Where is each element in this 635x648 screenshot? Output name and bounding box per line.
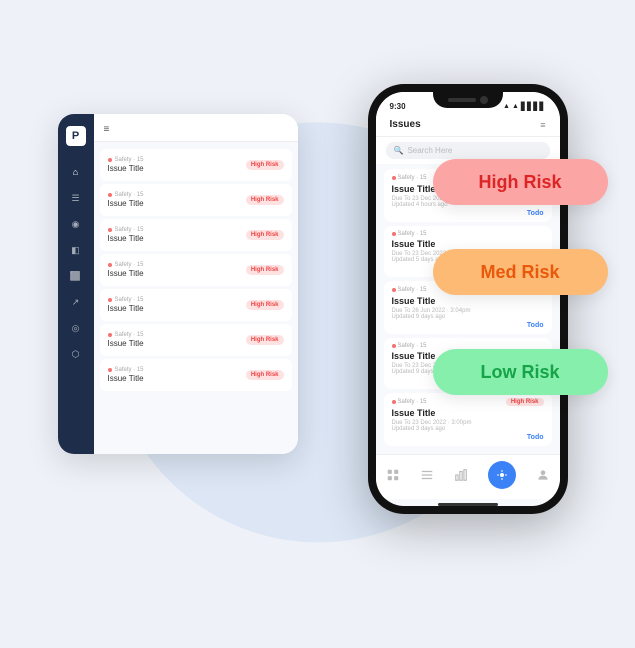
phone-nav xyxy=(376,454,560,499)
tablet-list: Safety · 15 Issue Title High Risk Safety… xyxy=(94,142,298,454)
high-risk-label: High Risk xyxy=(478,172,561,193)
nav-item-active[interactable] xyxy=(488,461,516,489)
tablet-meta-text: Safety · 15 xyxy=(115,227,144,233)
phone-issue-title: Issue Title xyxy=(392,408,544,418)
nav-item-home[interactable] xyxy=(386,468,400,482)
status-time: 9:30 xyxy=(390,102,406,111)
table-row: Safety · 15 Issue Title High Risk xyxy=(100,184,292,216)
phone-meta-text: Safety · 15 xyxy=(398,175,427,181)
tablet-issue-title: Issue Title xyxy=(108,374,144,383)
phone-search-bar[interactable]: 🔍 Search Here xyxy=(386,142,550,159)
phone-issue-title: Issue Title xyxy=(392,296,544,306)
tablet-meta-text: Safety · 15 xyxy=(115,367,144,373)
table-row: Safety · 15 Issue Title High Risk xyxy=(100,149,292,181)
phone-updated: Updated 9 days ago xyxy=(392,314,544,320)
tablet-issue-title: Issue Title xyxy=(108,234,144,243)
app-logo: P xyxy=(66,126,86,146)
tablet-meta-text: Safety · 15 xyxy=(115,192,144,198)
phone-device: 9:30 ▲▲▋▋▋▋ Issues ≡ 🔍 Search Here xyxy=(368,84,568,514)
phone-app-header: Issues ≡ xyxy=(376,115,560,137)
sidebar-icon-home[interactable]: ⌂ xyxy=(68,164,84,180)
tablet-issue-title: Issue Title xyxy=(108,199,144,208)
tablet-risk-badge: High Risk xyxy=(246,265,284,275)
tablet-risk-badge: High Risk xyxy=(246,370,284,380)
sidebar-icon-chart[interactable]: ↗ xyxy=(68,294,84,310)
phone-todo-label: Todo xyxy=(527,210,544,217)
scene: P ⌂ ☰ ◉ ◧ ⬜ ↗ ◎ ⬡ ≡ Safety · 15 Issue Ti… xyxy=(38,64,598,584)
nav-item-chart[interactable] xyxy=(454,468,468,482)
tablet-risk-badge: High Risk xyxy=(246,300,284,310)
med-risk-label: Med Risk xyxy=(480,262,559,283)
phone-todo-label: Todo xyxy=(527,434,544,441)
table-row: Safety · 15 Issue Title High Risk xyxy=(100,254,292,286)
tablet-meta-text: Safety · 15 xyxy=(115,262,144,268)
tablet-meta-text: Safety · 15 xyxy=(115,157,144,163)
tablet-issue-title: Issue Title xyxy=(108,304,144,313)
phone-updated: Updated 3 days ago xyxy=(392,426,544,432)
phone-meta-text: Safety · 15 xyxy=(398,399,427,405)
sidebar-icon-profile[interactable]: ◎ xyxy=(68,320,84,336)
tablet-meta-text: Safety · 15 xyxy=(115,332,144,338)
search-icon: 🔍 xyxy=(394,146,404,155)
sidebar-icon-docs[interactable]: ◧ xyxy=(68,242,84,258)
tablet-meta-text: Safety · 15 xyxy=(115,297,144,303)
tablet-risk-badge: High Risk xyxy=(246,195,284,205)
status-icons: ▲▲▋▋▋▋ xyxy=(503,102,545,111)
tablet-risk-badge: High Risk xyxy=(246,230,284,240)
tablet-issue-title: Issue Title xyxy=(108,339,144,348)
phone-speaker xyxy=(448,98,476,102)
high-risk-badge: High Risk xyxy=(433,159,608,205)
phone-camera xyxy=(480,96,488,104)
sidebar-icon-issues[interactable]: ☰ xyxy=(68,190,84,206)
tablet-sidebar: P ⌂ ☰ ◉ ◧ ⬜ ↗ ◎ ⬡ xyxy=(58,114,94,454)
list-item[interactable]: Safety · 15 High Risk Issue Title Due To… xyxy=(384,393,552,446)
tablet-issue-title: Issue Title xyxy=(108,164,144,173)
phone-meta-text: Safety · 15 xyxy=(398,231,427,237)
phone-todo-label: Todo xyxy=(527,322,544,329)
nav-item-list[interactable] xyxy=(420,468,434,482)
sidebar-icon-settings[interactable]: ⬡ xyxy=(68,346,84,362)
tablet-risk-badge: High Risk xyxy=(246,160,284,170)
table-row: Safety · 15 Issue Title High Risk xyxy=(100,219,292,251)
phone-meta-text: Safety · 15 xyxy=(398,287,427,293)
tablet-header: ≡ xyxy=(94,114,298,142)
phone-notch xyxy=(433,92,503,108)
low-risk-badge: Low Risk xyxy=(433,349,608,395)
table-row: Safety · 15 Issue Title High Risk xyxy=(100,289,292,321)
table-row: Safety · 15 Issue Title High Risk xyxy=(100,359,292,391)
nav-item-profile[interactable] xyxy=(536,468,550,482)
sidebar-icon-users[interactable]: ◉ xyxy=(68,216,84,232)
phone-issue-title: Issue Title xyxy=(392,239,544,249)
phone-issue-list: Safety · 15 High Risk Issue Title Due To… xyxy=(376,164,560,454)
nav-active-dot xyxy=(488,461,516,489)
hamburger-icon: ≡ xyxy=(104,124,110,135)
phone-home-bar xyxy=(438,503,498,506)
table-row: Safety · 15 Issue Title High Risk xyxy=(100,324,292,356)
phone-meta-text: Safety · 15 xyxy=(398,343,427,349)
low-risk-label: Low Risk xyxy=(480,362,559,383)
tablet-risk-badge: High Risk xyxy=(246,335,284,345)
search-placeholder: Search Here xyxy=(407,146,452,155)
sidebar-icon-reports[interactable]: ⬜ xyxy=(68,268,84,284)
phone-screen: 9:30 ▲▲▋▋▋▋ Issues ≡ 🔍 Search Here xyxy=(376,92,560,506)
tablet-content: ≡ Safety · 15 Issue Title High Risk Safe… xyxy=(94,114,298,454)
phone-risk-badge: High Risk xyxy=(506,398,544,406)
phone-app-title: Issues xyxy=(390,119,421,130)
tablet-issue-title: Issue Title xyxy=(108,269,144,278)
med-risk-badge: Med Risk xyxy=(433,249,608,295)
filter-icon[interactable]: ≡ xyxy=(540,120,545,130)
tablet-device: P ⌂ ☰ ◉ ◧ ⬜ ↗ ◎ ⬡ ≡ Safety · 15 Issue Ti… xyxy=(58,114,298,454)
